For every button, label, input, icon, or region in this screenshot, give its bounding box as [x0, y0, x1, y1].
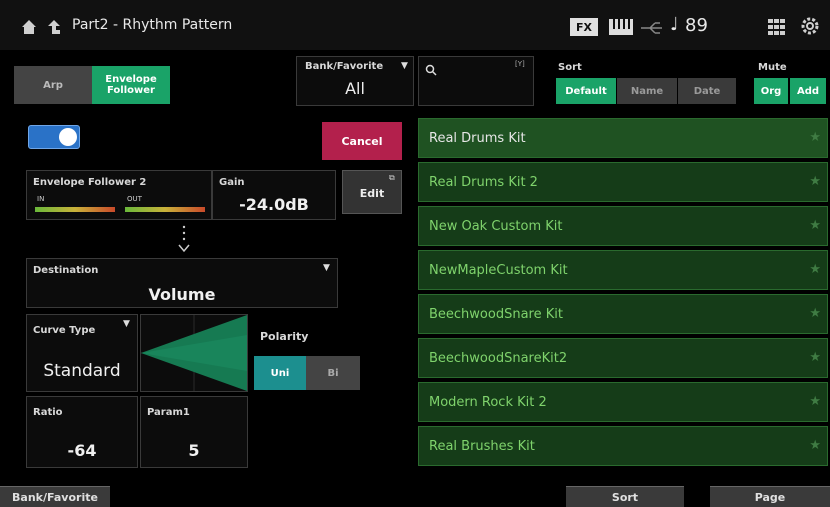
curve-graph: [140, 314, 248, 392]
polarity-label: Polarity: [260, 330, 309, 343]
ratio-label: Ratio: [33, 407, 63, 418]
favorite-star-icon[interactable]: ★: [809, 438, 821, 453]
tab-envelope-follower[interactable]: Envelope Follower: [92, 66, 170, 104]
list-item[interactable]: Real Drums Kit ★: [418, 118, 828, 158]
favorite-star-icon[interactable]: ★: [809, 262, 821, 277]
popup-icon: ⧉: [389, 173, 395, 182]
meter-in-bar: [35, 207, 115, 212]
bank-favorite-selector[interactable]: Bank/Favorite ▼ All: [296, 56, 414, 106]
meter-in-label: IN: [37, 195, 45, 203]
edit-button[interactable]: ⧉ Edit: [342, 170, 402, 214]
fx-badge[interactable]: FX: [570, 18, 598, 36]
back-arrow-icon[interactable]: [46, 18, 62, 36]
flow-arrow-icon: [177, 224, 191, 254]
cancel-button[interactable]: Cancel: [322, 122, 402, 160]
list-item[interactable]: Real Drums Kit 2 ★: [418, 162, 828, 202]
search-field[interactable]: [Y]: [418, 56, 534, 106]
sort-default-button[interactable]: Default: [556, 78, 616, 104]
edit-label: Edit: [359, 187, 385, 200]
curve-type-value: Standard: [43, 361, 121, 381]
envelope-follower-label: Envelope Follower 2: [33, 177, 147, 188]
list-item-label: BeechwoodSnare Kit: [429, 306, 563, 322]
list-item[interactable]: Modern Rock Kit 2 ★: [418, 382, 828, 422]
mute-add-button[interactable]: Add: [790, 78, 826, 104]
favorite-star-icon[interactable]: ★: [809, 350, 821, 365]
list-item-label: Real Drums Kit 2: [429, 174, 538, 190]
chevron-down-icon: ▼: [401, 61, 408, 71]
destination-value: Volume: [148, 285, 216, 304]
chevron-down-icon: ▼: [123, 319, 130, 329]
search-hint: [Y]: [515, 60, 525, 68]
list-item[interactable]: BeechwoodSnareKit2 ★: [418, 338, 828, 378]
sort-label: Sort: [558, 62, 582, 73]
sort-date-button[interactable]: Date: [678, 78, 736, 104]
polarity-bi-button[interactable]: Bi: [306, 356, 360, 390]
bank-favorite-label: Bank/Favorite: [305, 61, 384, 72]
gain-field[interactable]: Gain -24.0dB: [212, 170, 336, 220]
bank-favorite-value: All: [345, 79, 365, 98]
gear-icon[interactable]: [800, 16, 820, 36]
meter-out-label: OUT: [127, 195, 142, 203]
chevron-down-icon: ▼: [323, 263, 330, 273]
list-item-label: BeechwoodSnareKit2: [429, 350, 568, 366]
list-item[interactable]: NewMapleCustom Kit ★: [418, 250, 828, 290]
note-icon: ♩: [670, 14, 679, 35]
usb-icon: [640, 20, 664, 34]
favorite-star-icon[interactable]: ★: [809, 130, 821, 145]
tab-arp[interactable]: Arp: [14, 66, 92, 104]
meter-out-bar: [125, 207, 205, 212]
favorite-star-icon[interactable]: ★: [809, 218, 821, 233]
tab-envelope-line1: Envelope: [105, 74, 157, 85]
param1-value: 5: [188, 441, 200, 460]
curve-type-label: Curve Type: [33, 325, 96, 336]
polarity-uni-button[interactable]: Uni: [254, 356, 306, 390]
favorite-star-icon[interactable]: ★: [809, 394, 821, 409]
destination-label: Destination: [33, 265, 99, 276]
ratio-value: -64: [67, 441, 97, 460]
ratio-field[interactable]: Ratio -64: [26, 396, 138, 468]
gain-label: Gain: [219, 177, 245, 188]
curve-type-selector[interactable]: Curve Type ▼ Standard: [26, 314, 138, 392]
param1-field[interactable]: Param1 5: [140, 396, 248, 468]
list-item-label: Modern Rock Kit 2: [429, 394, 547, 410]
mute-label: Mute: [758, 62, 787, 73]
home-icon[interactable]: [20, 18, 38, 36]
list-item[interactable]: Real Brushes Kit ★: [418, 426, 828, 466]
envelope-follower-switch[interactable]: [28, 125, 80, 149]
param1-label: Param1: [147, 407, 190, 418]
list-item[interactable]: BeechwoodSnare Kit ★: [418, 294, 828, 334]
sort-name-button[interactable]: Name: [617, 78, 677, 104]
destination-selector[interactable]: Destination ▼ Volume: [26, 258, 338, 308]
list-item-label: Real Drums Kit: [429, 130, 526, 146]
tempo-value[interactable]: 89: [685, 15, 708, 36]
search-icon: [425, 61, 437, 76]
envelope-follower-meter: Envelope Follower 2 IN OUT: [26, 170, 212, 220]
gain-value: -24.0dB: [239, 195, 309, 214]
page-title: Part2 - Rhythm Pattern: [72, 17, 233, 33]
list-item-label: New Oak Custom Kit: [429, 218, 563, 234]
favorite-star-icon[interactable]: ★: [809, 306, 821, 321]
keyboard-icon: [608, 17, 634, 37]
favorite-star-icon[interactable]: ★: [809, 174, 821, 189]
tab-envelope-line2: Follower: [107, 85, 155, 96]
list-item[interactable]: New Oak Custom Kit ★: [418, 206, 828, 246]
switch-knob: [59, 128, 77, 146]
mute-org-button[interactable]: Org: [754, 78, 788, 104]
grid-icon[interactable]: [768, 19, 786, 35]
list-item-label: Real Brushes Kit: [429, 438, 535, 454]
list-item-label: NewMapleCustom Kit: [429, 262, 568, 278]
